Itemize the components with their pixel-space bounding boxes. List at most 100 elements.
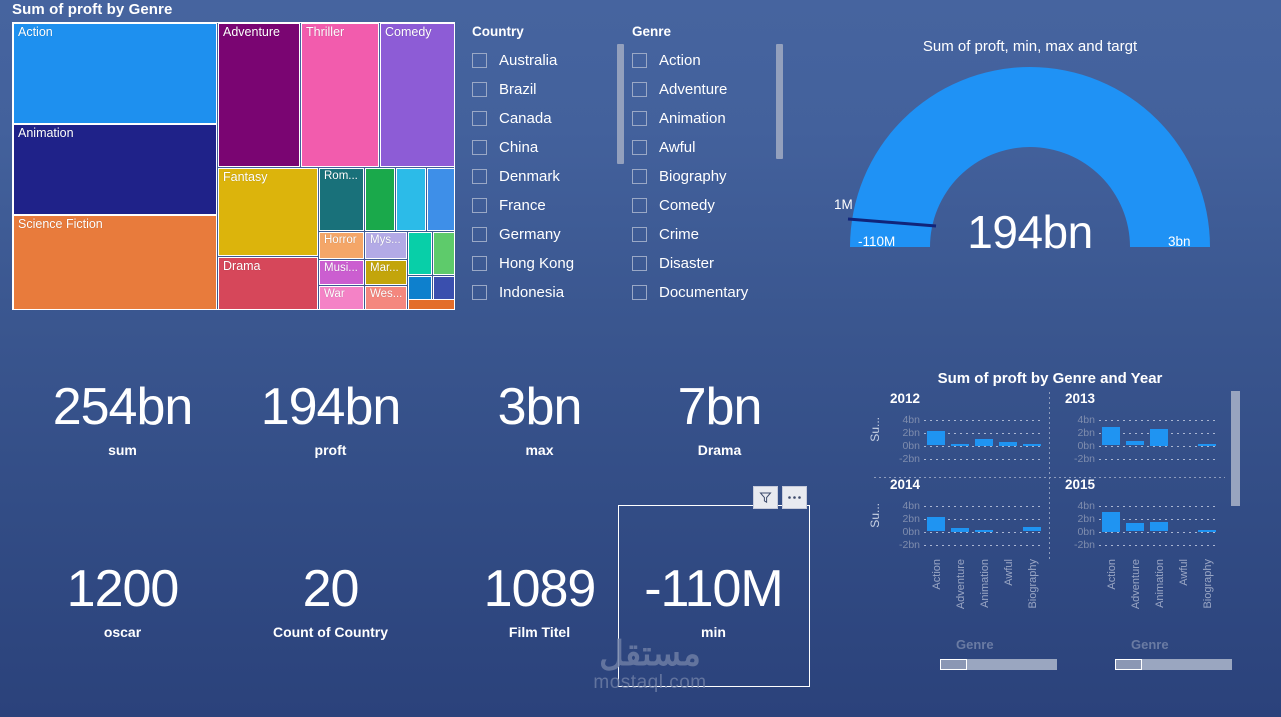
- checkbox-icon[interactable]: [472, 198, 487, 213]
- slicer-item-disaster[interactable]: Disaster: [632, 249, 782, 278]
- small-multiples-visual[interactable]: Sum of proft by Genre and Year 2012 Su...…: [840, 365, 1281, 675]
- treemap-tile[interactable]: [408, 299, 455, 310]
- slicer-item-france[interactable]: France: [472, 191, 622, 220]
- checkbox-icon[interactable]: [472, 53, 487, 68]
- panel-horizontal-scrollbar-thumb[interactable]: [1115, 659, 1142, 670]
- checkbox-icon[interactable]: [472, 169, 487, 184]
- checkbox-icon[interactable]: [472, 256, 487, 271]
- treemap-tile[interactable]: [433, 232, 455, 275]
- genre-slicer[interactable]: Genre Action Adventure Animation Awful Biogr…: [632, 24, 782, 307]
- bar[interactable]: [927, 516, 945, 532]
- bar[interactable]: [975, 529, 993, 532]
- gauge-visual[interactable]: Sum of proft, min, max and targt 194bn 1…: [820, 30, 1240, 270]
- bar[interactable]: [927, 430, 945, 446]
- slicer-item-adventure[interactable]: Adventure: [632, 75, 782, 104]
- country-slicer-items[interactable]: Australia Brazil Canada China Denmark France G…: [472, 46, 622, 307]
- small-multiple-panel-2013[interactable]: 2013Su...4bn2bn0bn-2bn: [1049, 391, 1224, 477]
- checkbox-icon[interactable]: [472, 82, 487, 97]
- country-slicer[interactable]: Country Australia Brazil Canada China Denmar…: [472, 24, 622, 307]
- slicer-item-germany[interactable]: Germany: [472, 220, 622, 249]
- slicer-item-denmark[interactable]: Denmark: [472, 162, 622, 191]
- bar[interactable]: [1126, 440, 1144, 446]
- kpi-card-film-titel[interactable]: 1089 Film Titel: [457, 560, 622, 640]
- treemap-tile[interactable]: War: [319, 286, 364, 310]
- treemap-tile[interactable]: Mys...: [365, 232, 407, 259]
- treemap-tile[interactable]: Fantasy: [218, 168, 318, 256]
- slicer-item-action[interactable]: Action: [632, 46, 782, 75]
- small-multiple-panel-2014[interactable]: 2014 Su... 4bn 2bn 0bn -2bn Action Adventure Ani…: [868, 477, 1057, 670]
- treemap-tile[interactable]: [396, 168, 426, 231]
- bar[interactable]: [1198, 443, 1216, 446]
- slicer-item-crime[interactable]: Crime: [632, 220, 782, 249]
- kpi-card-max[interactable]: 3bn max: [457, 378, 622, 458]
- checkbox-icon[interactable]: [632, 140, 647, 155]
- treemap-tile[interactable]: Drama: [218, 257, 318, 310]
- kpi-card-oscar[interactable]: 1200 oscar: [40, 560, 205, 640]
- checkbox-icon[interactable]: [472, 285, 487, 300]
- slicer-item-comedy[interactable]: Comedy: [632, 191, 782, 220]
- kpi-card-min-selected[interactable]: [618, 505, 810, 687]
- slicer-item-canada[interactable]: Canada: [472, 104, 622, 133]
- checkbox-icon[interactable]: [472, 227, 487, 242]
- slicer-item-brazil[interactable]: Brazil: [472, 75, 622, 104]
- bar[interactable]: [1150, 429, 1168, 446]
- checkbox-icon[interactable]: [472, 140, 487, 155]
- slicer-item-documentary[interactable]: Documentary: [632, 278, 782, 307]
- treemap-tile[interactable]: Adventure: [218, 23, 300, 167]
- slicer-item-hong-kong[interactable]: Hong Kong: [472, 249, 622, 278]
- treemap-tile[interactable]: [365, 168, 395, 231]
- checkbox-icon[interactable]: [632, 256, 647, 271]
- treemap-tile[interactable]: Horror: [319, 232, 364, 259]
- slicer-item-awful[interactable]: Awful: [632, 133, 782, 162]
- checkbox-icon[interactable]: [632, 169, 647, 184]
- bar[interactable]: [1023, 443, 1041, 446]
- slicer-item-indonesia[interactable]: Indonesia: [472, 278, 622, 307]
- treemap-tile[interactable]: [408, 232, 432, 275]
- more-options-icon[interactable]: [782, 486, 807, 509]
- visual-header-toolbar[interactable]: [753, 486, 807, 509]
- checkbox-icon[interactable]: [632, 285, 647, 300]
- slicer-item-china[interactable]: China: [472, 133, 622, 162]
- kpi-card-drama[interactable]: 7bn Drama: [637, 378, 802, 458]
- genre-slicer-items[interactable]: Action Adventure Animation Awful Biography Co…: [632, 46, 782, 307]
- treemap-plot[interactable]: Action Animation Science Fiction Adventure T…: [12, 22, 455, 310]
- genre-slicer-scrollbar[interactable]: [617, 44, 624, 164]
- small-multiples-vertical-scrollbar[interactable]: [1231, 391, 1240, 506]
- filter-funnel-icon[interactable]: [753, 486, 778, 509]
- bar[interactable]: [951, 528, 969, 532]
- treemap-tile[interactable]: Science Fiction: [13, 215, 217, 310]
- bar[interactable]: [1126, 523, 1144, 532]
- treemap-tile[interactable]: Mar...: [365, 260, 407, 285]
- bar[interactable]: [1023, 526, 1041, 532]
- treemap-tile[interactable]: Action: [13, 23, 217, 124]
- bar[interactable]: [1150, 522, 1168, 532]
- checkbox-icon[interactable]: [632, 198, 647, 213]
- kpi-card-count-of-country[interactable]: 20 Count of Country: [248, 560, 413, 640]
- small-multiple-panel-2015[interactable]: 2015Su...4bn2bn0bn-2bnActionAdventureAni…: [1049, 477, 1232, 670]
- checkbox-icon[interactable]: [632, 82, 647, 97]
- treemap-tile[interactable]: Thriller: [301, 23, 379, 167]
- bar[interactable]: [975, 439, 993, 446]
- checkbox-icon[interactable]: [472, 111, 487, 126]
- slicer-item-animation[interactable]: Animation: [632, 104, 782, 133]
- treemap-tile[interactable]: Animation: [13, 124, 217, 215]
- kpi-card-proft[interactable]: 194bn proft: [248, 378, 413, 458]
- kpi-card-sum[interactable]: 254bn sum: [40, 378, 205, 458]
- treemap-tile[interactable]: Comedy: [380, 23, 455, 167]
- checkbox-icon[interactable]: [632, 111, 647, 126]
- checkbox-icon[interactable]: [632, 227, 647, 242]
- treemap-tile[interactable]: Musi...: [319, 260, 364, 285]
- panel-horizontal-scrollbar-thumb[interactable]: [940, 659, 967, 670]
- treemap-tile[interactable]: [427, 168, 455, 231]
- checkbox-icon[interactable]: [632, 53, 647, 68]
- bar[interactable]: [1102, 427, 1120, 446]
- treemap-tile[interactable]: Wes...: [365, 286, 407, 310]
- bar[interactable]: [1102, 512, 1120, 532]
- slicer-item-australia[interactable]: Australia: [472, 46, 622, 75]
- treemap-tile[interactable]: Rom...: [319, 168, 364, 231]
- small-multiple-panel-2012[interactable]: 2012 Su... 4bn 2bn 0bn -2bn: [868, 391, 1049, 477]
- bar[interactable]: [999, 442, 1017, 446]
- bar[interactable]: [951, 443, 969, 446]
- slicer-item-biography[interactable]: Biography: [632, 162, 782, 191]
- bar[interactable]: [1198, 529, 1216, 532]
